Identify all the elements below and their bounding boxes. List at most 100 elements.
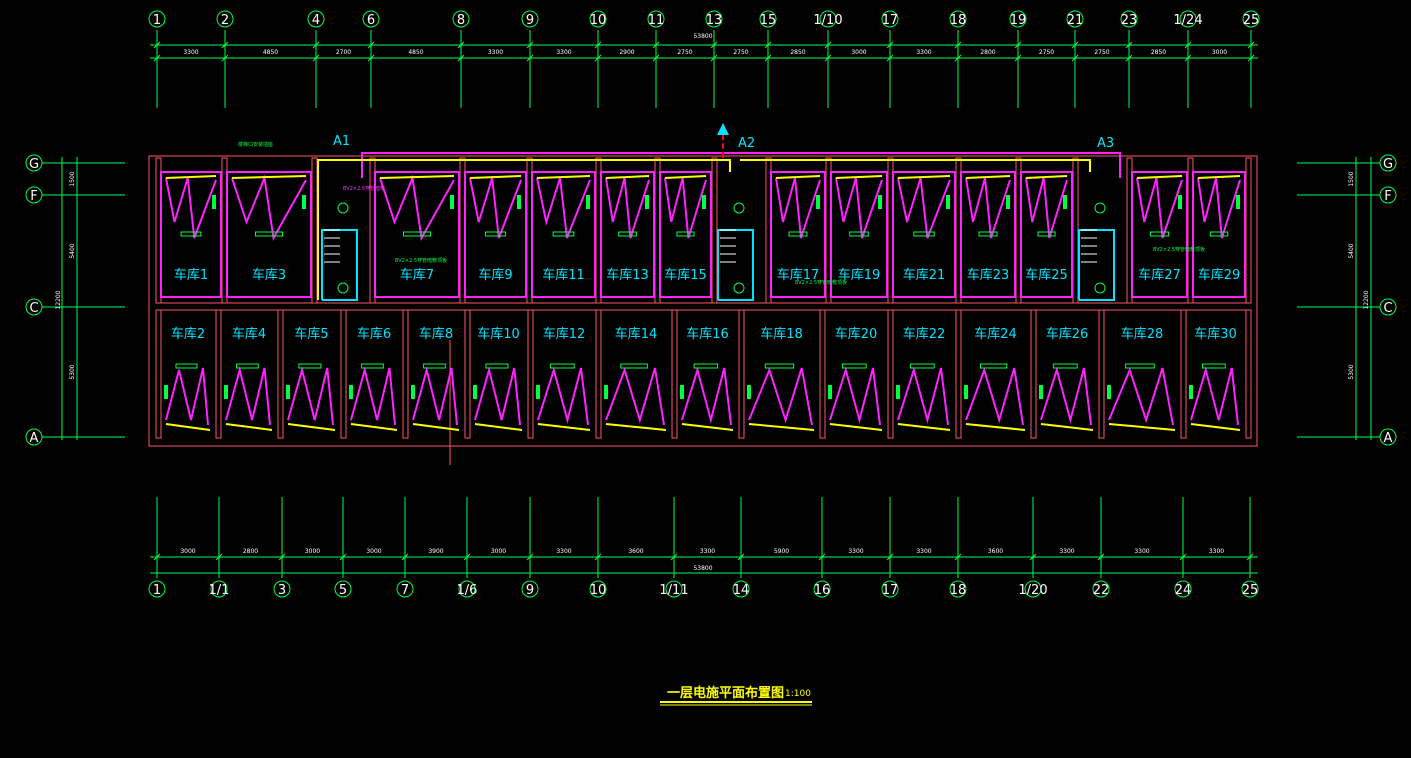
dim-value-top: 2850 [1151, 49, 1166, 56]
lighting-run [1025, 177, 1068, 239]
side-total-left: 12200 [55, 290, 62, 309]
axis-label-bottom: 22 [1093, 583, 1110, 598]
lighting-run [469, 177, 522, 239]
bottom-total-dimension: 53800 [693, 565, 712, 572]
socket-run [664, 175, 707, 179]
axis-label-top: 1/24 [1173, 13, 1202, 28]
side-dim-right: 5400 [1348, 243, 1355, 258]
switch-icon [896, 385, 900, 399]
partition-wall [887, 309, 894, 439]
switch-icon [1063, 195, 1067, 209]
dim-value-bottom: 3300 [1134, 548, 1149, 555]
dim-value-top: 2800 [980, 49, 995, 56]
axis-label-top: 19 [1010, 13, 1027, 28]
lighting-run [1197, 177, 1241, 239]
room-label-lower: 车库12 [543, 326, 586, 342]
top-total-dimension: 53800 [693, 33, 712, 40]
room-label-lower: 车库20 [835, 326, 878, 342]
side-dim-left: 5400 [69, 243, 76, 258]
partition-wall [711, 157, 718, 304]
axis-label-left: F [30, 189, 37, 204]
axis-label-top: 10 [590, 13, 607, 28]
partition-wall [955, 309, 962, 439]
axis-label-left: C [29, 301, 38, 316]
axis-label-bottom: 18 [950, 583, 967, 598]
dim-value-top: 3300 [556, 49, 571, 56]
lighting-run [225, 366, 271, 426]
wire-note-2: BV2×2.5穿管暗敷顶板 [395, 257, 447, 264]
dim-value-top: 2700 [336, 49, 351, 56]
lamp-icon [337, 202, 349, 214]
dim-value-bottom: 3600 [988, 548, 1003, 555]
switch-icon [1039, 385, 1043, 399]
room-label-lower: 车库10 [477, 326, 520, 342]
light-fixture-icon [788, 231, 808, 237]
switch-icon [816, 195, 820, 209]
dim-value-bottom: 3000 [180, 548, 195, 555]
side-dim-left: 1500 [69, 171, 76, 186]
partition-wall [464, 309, 471, 439]
main-feeder [361, 152, 1121, 178]
axis-label-bottom: 3 [278, 583, 286, 598]
switch-icon [349, 385, 353, 399]
lamp-icon [337, 282, 349, 294]
room-label-lower: 车库28 [1121, 326, 1164, 342]
switch-icon [164, 385, 168, 399]
panel-tag-a2: A2 [738, 136, 755, 151]
switch-icon [517, 195, 521, 209]
lighting-run [605, 177, 650, 239]
axis-label-left: G [29, 157, 39, 172]
top-dimension-chain: 1 2 4 6 8 9 10 11 13 15 1/10 17 18 19 21 23 1/24 25 3300 48… [148, 10, 1260, 108]
switch-icon [473, 385, 477, 399]
axis-label-bottom: 1 [153, 583, 161, 598]
switch-icon [604, 385, 608, 399]
lighting-run [350, 366, 396, 426]
lamp-icon [1094, 282, 1106, 294]
axis-label-bottom: 10 [590, 583, 607, 598]
light-fixture-icon [849, 231, 869, 237]
lighting-run [775, 177, 821, 239]
room-label-lower: 车库22 [903, 326, 946, 342]
axis-label-bottom: 1/1 [209, 583, 230, 598]
switch-icon [964, 385, 968, 399]
axis-label-top: 15 [760, 13, 777, 28]
dim-value-bottom: 3000 [305, 548, 320, 555]
dim-value-top: 4850 [263, 49, 278, 56]
partition-wall [1098, 309, 1105, 439]
dim-value-bottom: 3300 [700, 548, 715, 555]
axis-label-top: 9 [526, 13, 534, 28]
switch-icon [946, 195, 950, 209]
axis-label-top: 21 [1067, 13, 1084, 28]
room-label-upper: 车库1 [174, 267, 208, 283]
light-fixture-icon [913, 231, 935, 237]
partition-wall [738, 309, 745, 439]
axis-label-top: 6 [367, 13, 375, 28]
switch-icon [702, 195, 706, 209]
axis-label-bottom: 16 [814, 583, 831, 598]
axis-label-bottom: 5 [339, 583, 347, 598]
dim-value-bottom: 3900 [428, 548, 443, 555]
light-fixture-icon [1149, 231, 1170, 237]
light-fixture-icon [180, 231, 202, 237]
axis-label-bottom: 25 [1242, 583, 1259, 598]
power-supply-arrow-icon [717, 123, 729, 160]
light-fixture-icon [1037, 231, 1056, 237]
socket-run [829, 423, 883, 431]
wire-note-4: BV2×2.5穿管暗敷顶板 [1153, 246, 1205, 253]
axis-label-top: 1 [153, 13, 161, 28]
switch-icon [1107, 385, 1111, 399]
partition-wall [215, 309, 222, 439]
axis-label-top: 2 [221, 13, 229, 28]
dim-value-bottom: 3000 [491, 548, 506, 555]
dim-value-bottom: 3600 [628, 548, 643, 555]
switch-icon [878, 195, 882, 209]
dim-value-bottom: 3300 [848, 548, 863, 555]
lamp-icon [733, 202, 745, 214]
room-label-lower: 车库16 [686, 326, 729, 342]
lighting-run [231, 174, 307, 242]
dim-value-top: 2850 [790, 49, 805, 56]
partition-wall [1245, 157, 1252, 304]
light-fixture-icon [552, 231, 575, 237]
lighting-run [379, 174, 455, 242]
socket-run [681, 423, 734, 431]
